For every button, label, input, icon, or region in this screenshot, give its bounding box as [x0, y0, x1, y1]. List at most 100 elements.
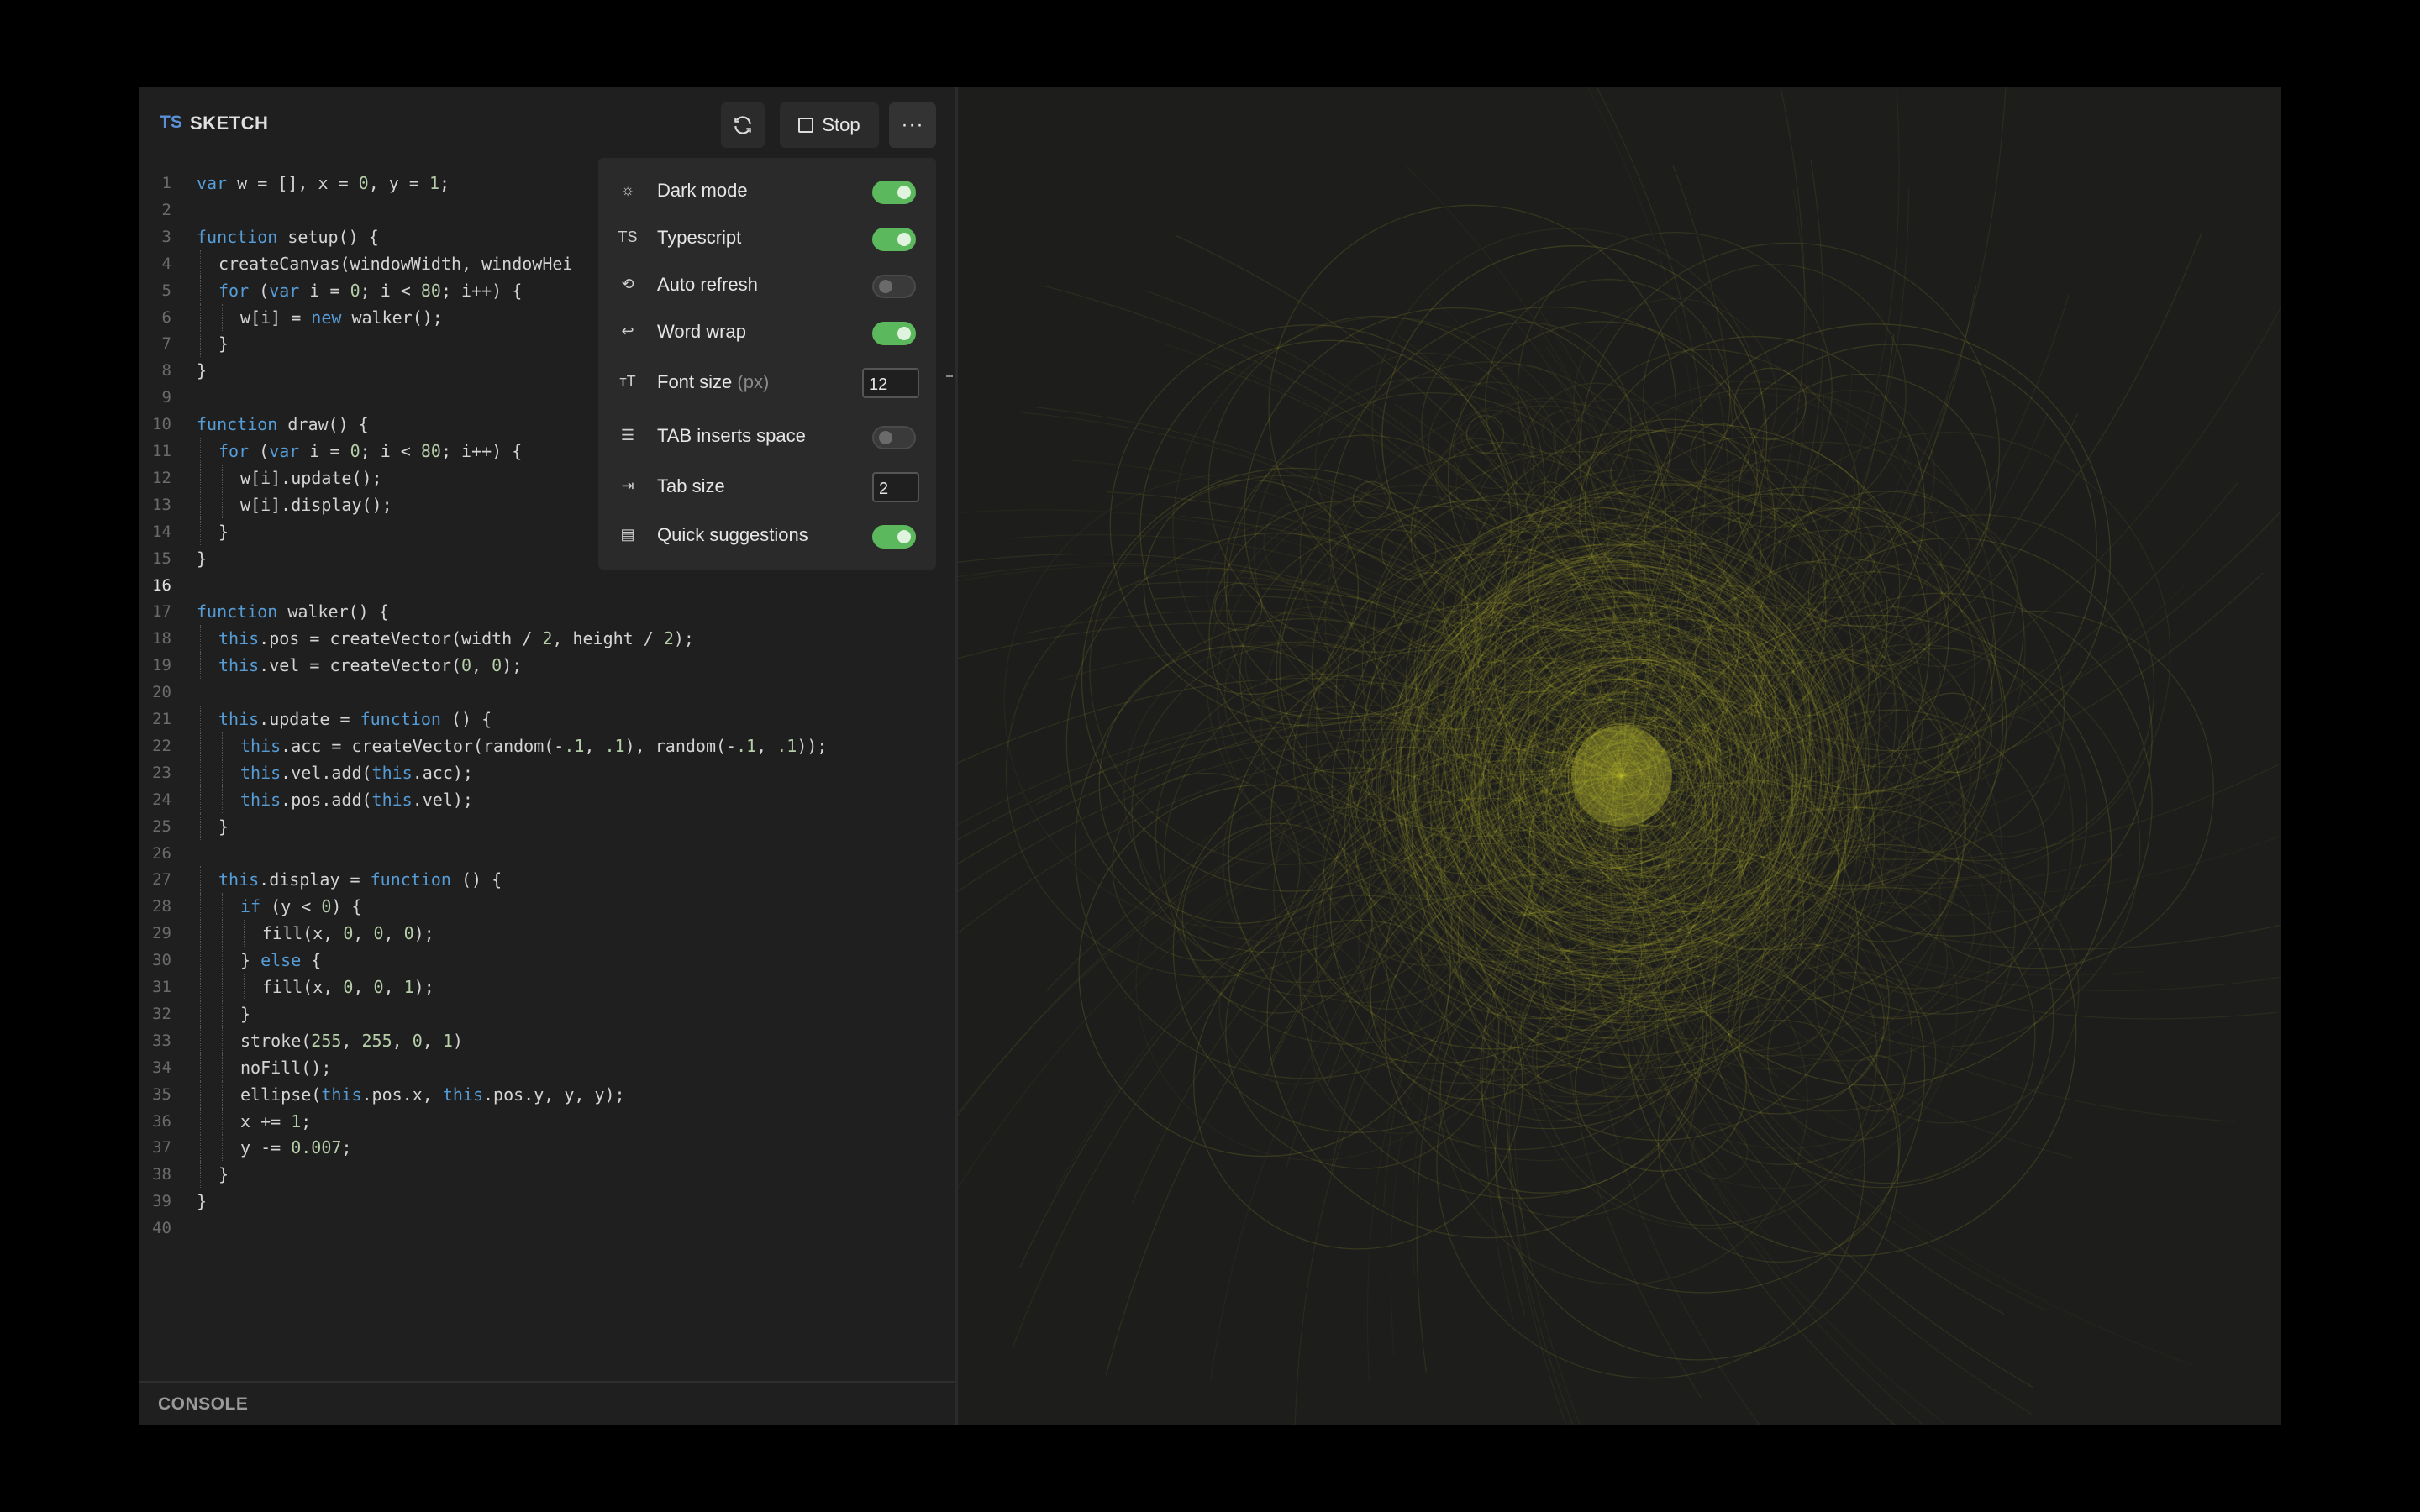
- line-number: 38: [152, 1165, 171, 1184]
- toggle-switch[interactable]: [872, 181, 916, 204]
- line-number: 35: [152, 1084, 171, 1104]
- line-number: 16: [152, 575, 171, 595]
- console-panel[interactable]: CONSOLE: [139, 1381, 955, 1425]
- indent-guide: [222, 1107, 223, 1135]
- code-line[interactable]: 21 this.update = function () {: [139, 706, 955, 732]
- setting-dark-mode[interactable]: ☼ Dark mode: [598, 166, 936, 213]
- stop-label: Stop: [822, 114, 860, 135]
- code-line[interactable]: 30} else {: [139, 947, 955, 974]
- refresh-icon: [734, 116, 751, 134]
- code-line[interactable]: 39}: [139, 1188, 955, 1215]
- code-line[interactable]: 18 this.pos = createVector(width / 2, hei…: [139, 625, 955, 653]
- code-text: this.vel.add(this.acc);: [240, 762, 473, 783]
- line-number: 14: [152, 522, 171, 541]
- code-line[interactable]: 34 noFill();: [139, 1053, 955, 1081]
- typescript-badge: TS: [160, 113, 182, 132]
- line-number: 29: [152, 924, 171, 943]
- indent-guide: [200, 303, 201, 331]
- toggle-switch[interactable]: [872, 525, 916, 549]
- code-line[interactable]: 19 this.vel = createVector(0, 0);: [139, 652, 955, 680]
- code-line[interactable]: 31 fill(x, 0, 0, 1);: [139, 974, 955, 1000]
- code-text: }: [240, 1003, 251, 1024]
- indent-guide: [200, 1161, 201, 1189]
- setting-label: Word wrap: [657, 321, 746, 342]
- setting-tab-inserts-space[interactable]: ☰ TAB inserts space: [598, 412, 936, 459]
- word-wrap-icon: ↩: [621, 323, 634, 339]
- code-line[interactable]: 24 this.pos.add(this.vel);: [139, 785, 955, 813]
- setting-label: Quick suggestions: [657, 524, 808, 545]
- code-line[interactable]: 25}: [139, 812, 955, 840]
- refresh-button[interactable]: [721, 102, 765, 148]
- line-number: 15: [152, 549, 171, 568]
- code-line[interactable]: 29 fill(x, 0, 0, 0);: [139, 920, 955, 948]
- indent-guide: [200, 249, 201, 277]
- more-options-button[interactable]: ···: [889, 102, 936, 148]
- suggestions-icon: ▤: [620, 526, 635, 543]
- indent-guide: [200, 866, 201, 894]
- code-text: for (var i = 0; i < 80; i++) {: [218, 280, 523, 301]
- code-text: w[i].update();: [240, 467, 382, 488]
- line-number: 19: [152, 656, 171, 675]
- number-input[interactable]: 12: [862, 368, 919, 398]
- code-line[interactable]: 38}: [139, 1161, 955, 1189]
- indent-guide: [200, 1107, 201, 1135]
- code-line[interactable]: 23 this.vel.add(this.acc);: [139, 759, 955, 786]
- divider-grip[interactable]: [946, 375, 953, 377]
- toggle-switch[interactable]: [872, 228, 916, 251]
- setting-quick-suggestions[interactable]: ▤ Quick suggestions: [598, 511, 936, 558]
- code-text: x += 1;: [240, 1110, 312, 1131]
- code-line[interactable]: 33 stroke(255, 255, 0, 1): [139, 1026, 955, 1054]
- line-number: 2: [161, 200, 171, 219]
- indent-guide: [200, 732, 201, 759]
- code-line[interactable]: 36 x += 1;: [139, 1107, 955, 1135]
- code-line[interactable]: 26: [139, 840, 955, 867]
- line-number: 9: [161, 388, 171, 407]
- code-line[interactable]: 20: [139, 679, 955, 706]
- code-line[interactable]: 28 if (y < 0) {: [139, 893, 955, 921]
- code-text: function walker() {: [197, 601, 389, 622]
- indent-guide: [222, 947, 223, 974]
- line-number: 36: [152, 1111, 171, 1131]
- code-text: for (var i = 0; i < 80; i++) {: [218, 441, 523, 461]
- toggle-switch[interactable]: [872, 426, 916, 449]
- setting-tab-size[interactable]: ⇥ Tab size 2: [598, 462, 936, 509]
- indent-guide: [200, 276, 201, 304]
- setting-label: Tab size: [657, 475, 725, 496]
- setting-auto-refresh[interactable]: ⟲ Auto refresh: [598, 260, 936, 307]
- app-window: TS SKETCH Stop ··· 1 var w = [], x = 0, y…: [139, 87, 2281, 1425]
- code-line[interactable]: 22 this.acc = createVector(random(-.1, .1…: [139, 732, 955, 759]
- code-line[interactable]: 16: [139, 572, 955, 599]
- setting-font-size[interactable]: тT Font size (px) 12: [598, 358, 936, 405]
- number-input[interactable]: 2: [872, 472, 919, 502]
- code-text: w[i] = new walker();: [240, 307, 443, 328]
- indent-guide: [222, 464, 223, 491]
- setting-label: Dark mode: [657, 180, 748, 201]
- toggle-switch[interactable]: [872, 322, 916, 345]
- code-text: if (y < 0) {: [240, 896, 362, 917]
- indent-guide: [222, 1053, 223, 1081]
- code-line[interactable]: 27 this.display = function () {: [139, 866, 955, 894]
- indent-guide: [222, 1026, 223, 1054]
- line-number: 12: [152, 468, 171, 487]
- stop-button[interactable]: Stop: [780, 102, 879, 148]
- tab-size-icon: ⇥: [621, 477, 634, 494]
- indent-guide: [200, 491, 201, 518]
- sketch-canvas[interactable]: [958, 87, 2281, 1425]
- indent-guide: [222, 303, 223, 331]
- code-line[interactable]: 40: [139, 1215, 955, 1242]
- code-text: }: [218, 1164, 229, 1185]
- code-line[interactable]: 32}: [139, 1000, 955, 1027]
- indent-guide: [200, 947, 201, 974]
- indent-guide: [222, 1000, 223, 1027]
- line-number: 23: [152, 763, 171, 782]
- line-number: 7: [161, 334, 171, 354]
- setting-typescript[interactable]: TS Typescript: [598, 213, 936, 260]
- code-line[interactable]: 37 y -= 0.007;: [139, 1134, 955, 1162]
- toggle-switch[interactable]: [872, 275, 916, 298]
- setting-label: Auto refresh: [657, 274, 758, 295]
- line-number: 25: [152, 816, 171, 836]
- setting-word-wrap[interactable]: ↩ Word wrap: [598, 307, 936, 354]
- code-line[interactable]: 35 ellipse(this.pos.x, this.pos.y, y, y);: [139, 1080, 955, 1108]
- code-line[interactable]: 17 function walker() {: [139, 598, 955, 625]
- code-text: w[i].display();: [240, 494, 392, 515]
